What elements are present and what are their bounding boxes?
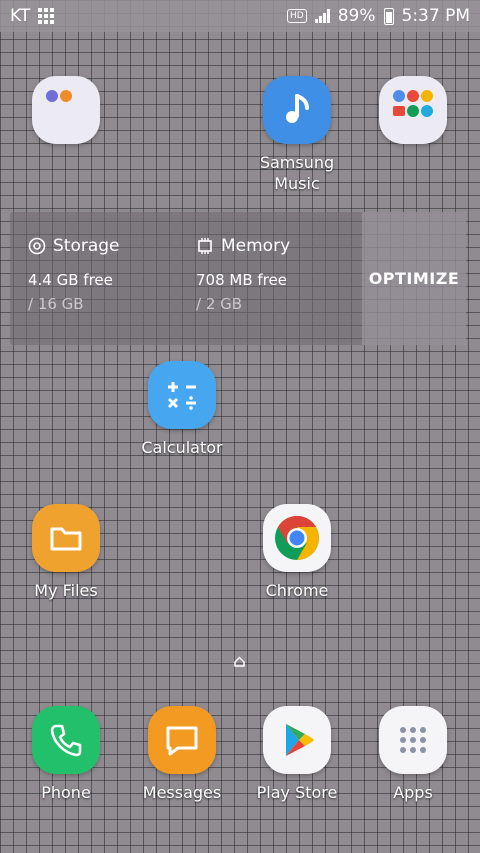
device-maintenance-widget[interactable]: Storage 4.4 GB free / 16 GB Memory 708 M… [10,212,466,345]
hd-voice-icon: HD [287,9,307,23]
carrier-label: KT [10,6,31,26]
folder-icon [32,76,100,144]
dock-apps[interactable]: Apps [358,706,468,803]
play-store-icon [263,706,331,774]
battery-percent: 89% [337,6,376,26]
message-bubble-icon [148,706,216,774]
app-folder-1[interactable] [11,76,121,144]
storage-icon [28,237,46,255]
memory-total: / 2 GB [196,295,243,313]
app-folder-2[interactable] [358,76,468,144]
storage-free: 4.4 GB free [28,271,113,289]
chrome-icon [263,504,331,572]
status-bar: KT HD 89% 5:37 PM [0,0,480,32]
folder-files-icon [32,504,100,572]
app-label: Apps [393,783,433,802]
memory-free: 708 MB free [196,271,287,289]
storage-total: / 16 GB [28,295,84,313]
apps-grid-icon [379,706,447,774]
app-label: Chrome [265,581,329,600]
home-page-indicator-icon[interactable] [234,656,245,667]
memory-title: Memory [221,236,291,256]
app-label: Calculator [141,438,223,457]
apps-notification-icon [38,8,56,24]
calculator-icon [148,361,216,429]
app-samsung-music[interactable]: Samsung Music [242,76,352,194]
storage-title: Storage [53,236,120,256]
app-label: Samsung Music [259,153,335,193]
app-my-files[interactable]: My Files [11,504,121,601]
app-label: My Files [34,581,98,600]
battery-icon [383,7,394,25]
dock-phone[interactable]: Phone [11,706,121,803]
memory-chip-icon [198,238,212,254]
app-calculator[interactable]: Calculator [127,361,237,458]
phone-icon [32,706,100,774]
signal-icon [314,9,330,23]
app-label: Phone [41,783,91,802]
app-chrome[interactable]: Chrome [242,504,352,601]
app-label: Messages [142,783,222,802]
memory-section: Memory 708 MB free / 2 GB [196,236,290,313]
app-label: Play Store [256,783,338,802]
music-note-icon [263,76,331,144]
storage-section: Storage 4.4 GB free / 16 GB [28,236,120,313]
optimize-button[interactable]: OPTIMIZE [362,212,466,345]
dock-play-store[interactable]: Play Store [242,706,352,803]
dock-messages[interactable]: Messages [127,706,237,803]
folder-icon [379,76,447,144]
clock: 5:37 PM [401,6,471,26]
